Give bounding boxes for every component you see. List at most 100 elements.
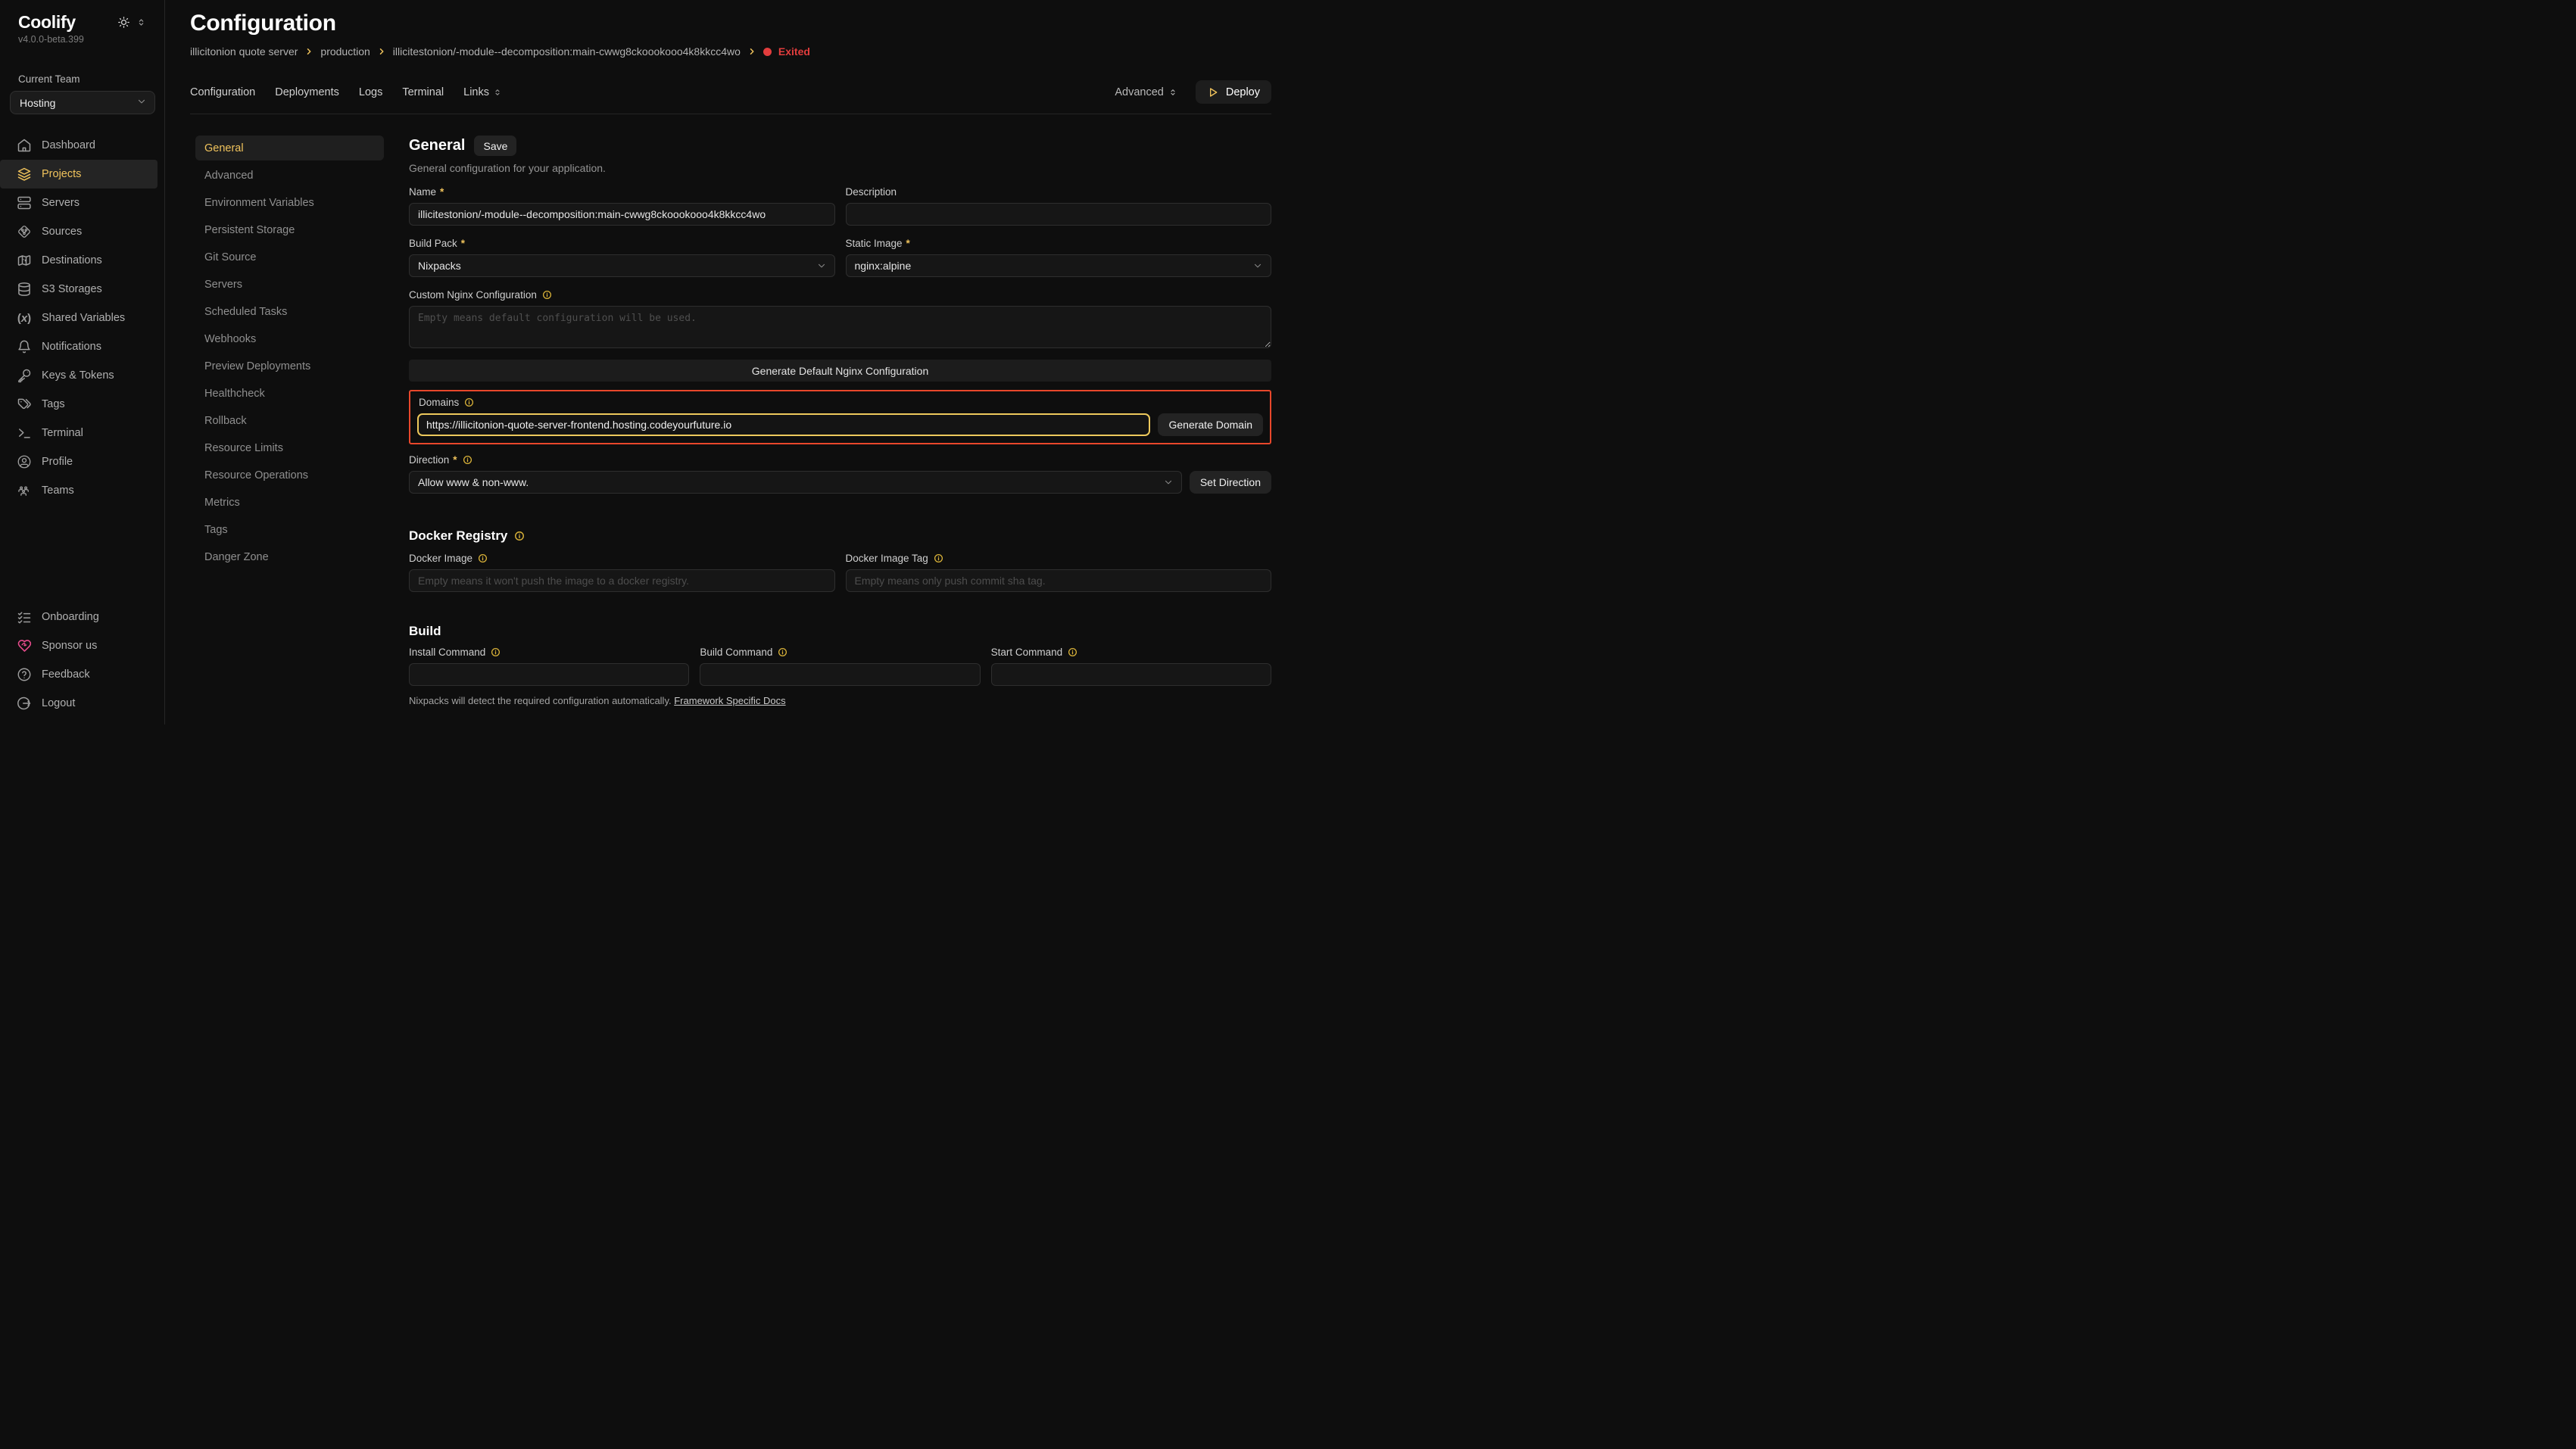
sidebar-item-logout[interactable]: Logout [0, 689, 157, 718]
sidebar-item-projects[interactable]: Projects [0, 160, 157, 189]
logout-icon [17, 696, 32, 711]
sidebar-item-label: Dashboard [42, 139, 95, 151]
sidebar-item-notifications[interactable]: Notifications [0, 332, 157, 361]
sidebar-item-terminal[interactable]: Terminal [0, 419, 157, 447]
chevrons-up-down-icon[interactable] [136, 17, 146, 27]
info-icon[interactable] [778, 647, 787, 657]
chevron-right-icon [377, 47, 386, 56]
sidebar-item-sponsor-us[interactable]: Sponsor us [0, 631, 157, 660]
sidebar-item-teams[interactable]: Teams [0, 476, 157, 505]
build-pack-select[interactable]: Nixpacks [409, 254, 835, 277]
help-circle-icon [17, 667, 32, 682]
config-nav-tags[interactable]: Tags [195, 517, 384, 542]
tab-links[interactable]: Links [463, 86, 502, 98]
user-circle-icon [17, 454, 32, 469]
general-form: General Save General configuration for y… [409, 136, 1271, 724]
info-icon[interactable] [463, 455, 472, 465]
set-direction-button[interactable]: Set Direction [1190, 471, 1271, 494]
install-command-input[interactable] [409, 663, 689, 686]
config-nav-metrics[interactable]: Metrics [195, 490, 384, 515]
domains-input[interactable] [417, 413, 1150, 436]
docker-image-tag-label: Docker Image Tag [846, 553, 928, 564]
sidebar-item-destinations[interactable]: Destinations [0, 246, 157, 275]
sidebar-item-sources[interactable]: Sources [0, 217, 157, 246]
direction-select[interactable]: Allow www & non-www. [409, 471, 1182, 494]
config-nav-resource-operations[interactable]: Resource Operations [195, 463, 384, 488]
required-mark: * [461, 238, 465, 249]
config-nav-git-source[interactable]: Git Source [195, 245, 384, 270]
config-nav-resource-limits[interactable]: Resource Limits [195, 435, 384, 460]
config-nav-persistent-storage[interactable]: Persistent Storage [195, 217, 384, 242]
required-mark: * [440, 186, 444, 198]
info-icon[interactable] [514, 531, 525, 541]
theme-toggle-icon[interactable] [117, 16, 130, 29]
custom-nginx-textarea[interactable] [409, 306, 1271, 348]
tab-deployments[interactable]: Deployments [275, 86, 339, 98]
advanced-dropdown[interactable]: Advanced [1115, 86, 1177, 98]
config-nav-general[interactable]: General [195, 136, 384, 160]
config-nav-preview-deployments[interactable]: Preview Deployments [195, 354, 384, 379]
sidebar-item-label: Sponsor us [42, 640, 97, 652]
config-nav-webhooks[interactable]: Webhooks [195, 326, 384, 351]
sidebar: Coolify v4.0.0-beta.399 Current Team Hos… [0, 0, 165, 724]
install-command-label: Install Command [409, 647, 485, 658]
info-icon[interactable] [542, 290, 552, 300]
generate-domain-button[interactable]: Generate Domain [1158, 413, 1263, 436]
config-nav-servers[interactable]: Servers [195, 272, 384, 297]
info-icon[interactable] [464, 397, 474, 407]
info-icon[interactable] [478, 553, 488, 563]
sidebar-item-shared-variables[interactable]: (x)Shared Variables [0, 304, 157, 332]
config-nav-rollback[interactable]: Rollback [195, 408, 384, 433]
framework-docs-link[interactable]: Framework Specific Docs [674, 695, 785, 706]
heart-icon [17, 638, 32, 653]
tab-configuration[interactable]: Configuration [190, 86, 255, 98]
sidebar-item-label: Destinations [42, 254, 102, 266]
sidebar-footer: Onboarding Sponsor us Feedback Logout [0, 603, 164, 724]
sidebar-item-tags[interactable]: Tags [0, 390, 157, 419]
config-nav-danger-zone[interactable]: Danger Zone [195, 544, 384, 569]
info-icon[interactable] [491, 647, 501, 657]
start-command-label: Start Command [991, 647, 1063, 658]
build-command-input[interactable] [700, 663, 980, 686]
config-nav-healthcheck[interactable]: Healthcheck [195, 381, 384, 406]
deploy-button[interactable]: Deploy [1196, 80, 1271, 104]
generate-nginx-button[interactable]: Generate Default Nginx Configuration [409, 360, 1271, 382]
breadcrumb-project[interactable]: illicitonion quote server [190, 45, 298, 58]
static-image-select[interactable]: nginx:alpine [846, 254, 1272, 277]
custom-nginx-label: Custom Nginx Configuration [409, 289, 537, 301]
save-button[interactable]: Save [474, 136, 516, 156]
page-title: Configuration [165, 0, 1288, 36]
name-input[interactable] [409, 203, 835, 226]
sidebar-item-servers[interactable]: Servers [0, 189, 157, 217]
section-heading-general: General [409, 137, 465, 154]
build-command-label: Build Command [700, 647, 772, 658]
docker-image-input[interactable] [409, 569, 835, 592]
status-dot [763, 48, 772, 56]
direction-value: Allow www & non-www. [418, 476, 529, 488]
description-input[interactable] [846, 203, 1272, 226]
config-nav-scheduled-tasks[interactable]: Scheduled Tasks [195, 299, 384, 324]
key-icon [17, 368, 32, 383]
sidebar-item-label: Notifications [42, 341, 101, 353]
sidebar-item-s3-storages[interactable]: S3 Storages [0, 275, 157, 304]
sidebar-item-dashboard[interactable]: Dashboard [0, 131, 157, 160]
domains-label: Domains [419, 397, 459, 408]
docker-image-tag-input[interactable] [846, 569, 1272, 592]
info-icon[interactable] [1068, 647, 1077, 657]
sidebar-item-keys-tokens[interactable]: Keys & Tokens [0, 361, 157, 390]
info-icon[interactable] [934, 553, 943, 563]
sidebar-item-label: Keys & Tokens [42, 369, 114, 382]
app-title: Coolify [18, 12, 76, 33]
sidebar-item-feedback[interactable]: Feedback [0, 660, 157, 689]
sidebar-item-onboarding[interactable]: Onboarding [0, 603, 157, 631]
start-command-input[interactable] [991, 663, 1271, 686]
tab-terminal[interactable]: Terminal [402, 86, 444, 98]
sidebar-item-profile[interactable]: Profile [0, 447, 157, 476]
breadcrumb: illicitonion quote server production ill… [165, 36, 1288, 58]
config-nav-environment-variables[interactable]: Environment Variables [195, 190, 384, 215]
breadcrumb-application[interactable]: illicitestonion/-module--decomposition:m… [393, 45, 741, 58]
config-nav-advanced[interactable]: Advanced [195, 163, 384, 188]
tab-logs[interactable]: Logs [359, 86, 382, 98]
breadcrumb-environment[interactable]: production [320, 45, 370, 58]
team-select[interactable]: Hosting [10, 91, 155, 114]
